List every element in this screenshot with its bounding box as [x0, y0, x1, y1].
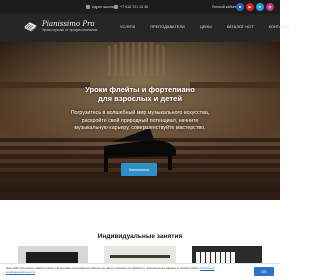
- address-text: Адрес школы: [92, 5, 115, 9]
- nav-prices[interactable]: ЦЕНЫ: [192, 25, 219, 29]
- hero-title-line-2: для взрослых и детей: [97, 94, 182, 103]
- top-info-bar: Адрес школы +7 916 721 13 36 Личный каби…: [0, 0, 280, 14]
- telegram-icon[interactable]: ➤: [256, 3, 264, 11]
- signup-button[interactable]: Записаться: [121, 163, 157, 176]
- nav-contacts[interactable]: КОНТАКТЫ: [261, 25, 297, 29]
- main-nav: УСЛУГИ ПРЕПОДАВАТЕЛИ ЦЕНЫ КАТАЛОГ НОТ КО…: [110, 25, 297, 29]
- section-title: Индивидуальные занятия: [97, 233, 183, 240]
- hero-title-line-1: Уроки флейты и фортепиано: [85, 85, 195, 94]
- cookie-banner: Наш сайт использует файлы cookie. Продол…: [0, 263, 280, 280]
- phone-icon: [114, 5, 118, 9]
- hero-section: Уроки флейты и фортепиано для взрослых и…: [0, 42, 280, 200]
- nav-services[interactable]: УСЛУГИ: [110, 25, 143, 29]
- cabinet-text: Личный кабинет: [212, 5, 240, 9]
- location-icon: [86, 5, 90, 9]
- phone-link[interactable]: +7 916 721 13 36: [114, 5, 148, 9]
- nav-sheet-music[interactable]: КАТАЛОГ НОТ: [219, 25, 261, 29]
- phone-text: +7 916 721 13 36: [120, 5, 149, 9]
- hero-title: Уроки флейты и фортепиано для взрослых и…: [0, 85, 280, 103]
- youtube-icon[interactable]: ▶: [246, 3, 254, 11]
- logo-subtitle: Уроки музыки от профессионалов: [42, 28, 98, 32]
- piano-logo-icon: [24, 22, 37, 32]
- personal-cabinet-link[interactable]: Личный кабинет: [212, 5, 239, 9]
- site-logo[interactable]: Pianissimo Pro Уроки музыки от профессио…: [22, 18, 97, 35]
- social-links: в ▶ ➤ ◎: [236, 3, 274, 11]
- hero-description: Погрузитесь в волшебный мир музыкального…: [70, 110, 210, 132]
- instagram-icon[interactable]: ◎: [266, 3, 274, 11]
- lesson-thumbnail-2-flute: [110, 255, 170, 258]
- address-link[interactable]: Адрес школы: [86, 5, 114, 9]
- nav-teachers[interactable]: ПРЕПОДАВАТЕЛИ: [143, 25, 193, 29]
- logo-title: Pianissimo Pro: [42, 20, 95, 28]
- vk-icon[interactable]: в: [236, 3, 244, 11]
- cookie-text: Наш сайт использует файлы cookie. Продол…: [6, 266, 228, 274]
- cookie-accept-button[interactable]: OK: [254, 267, 274, 276]
- site-header: Pianissimo Pro Уроки музыки от профессио…: [0, 14, 290, 42]
